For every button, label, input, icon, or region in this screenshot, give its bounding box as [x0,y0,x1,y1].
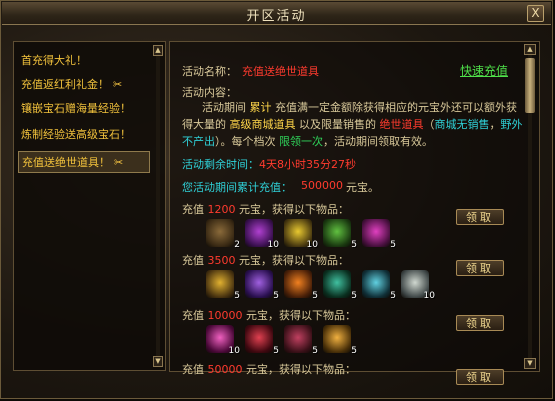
activity-list: 首充得大礼！ 充值返红利礼金！ ✂ 镶嵌宝石赠海量经验！ 炼制经验送高级宝石！ 充值送绝世… [13,41,166,371]
item-count: 10 [228,346,240,356]
sidebar-item[interactable]: 首充得大礼！ [18,50,150,72]
item-count: 10 [423,291,435,301]
gift-icon: ✂ [113,78,123,91]
scroll-track[interactable] [156,56,160,356]
sidebar-item-label: 首充得大礼！ [21,54,87,67]
total-recharge-value: 500000 [301,179,343,192]
remaining-time-value: 4天8小时35分27秒 [259,158,356,171]
sidebar-item[interactable]: 充值送绝世道具！ ✂ [18,151,150,173]
item-count: 5 [390,291,396,301]
scroll-thumb[interactable] [525,58,535,113]
item-count: 5 [351,291,357,301]
activity-name-value: 充值送绝世道具 [242,65,319,78]
tier-amount: 1200 [207,203,236,216]
fire-ring-icon[interactable]: 5 [284,270,318,301]
claim-button[interactable]: 领取 [456,369,504,385]
title-bar: 开区活动 X [2,2,551,25]
activity-detail-panel: 活动名称： 充值送绝世道具 快速充值 活动内容： 活动期间 累计 充值满一定金额… [169,41,540,385]
activity-window: 开区活动 X 首充得大礼！ 充值返红利礼金！ ✂ 镶嵌宝石赠海量经验！ 炼制经验送高级宝… [0,0,553,399]
item-count: 10 [306,240,318,250]
reward-tier-heading: 充值 10000 元宝，获得以下物品： [182,309,356,322]
scroll-up-icon[interactable]: ▲ [524,44,536,55]
claim-button[interactable]: 领取 [456,209,504,225]
gift-icon: ✂ [114,156,124,169]
reward-tier-heading: 充值 3500 元宝，获得以下物品： [182,254,349,267]
star-wand-icon[interactable]: 10 [284,219,318,250]
item-count: 2 [234,240,240,250]
gold-egg-icon[interactable]: 5 [323,325,357,356]
activity-content-label: 活动内容： [182,86,237,99]
red-orb-icon[interactable]: 5 [245,325,279,356]
potion-green-icon[interactable]: 5 [323,219,357,250]
scroll-down-icon[interactable]: ▼ [524,358,536,369]
item-count: 5 [351,240,357,250]
spellbook-icon[interactable]: 5 [284,325,318,356]
total-recharge-label: 您活动期间累计充值： [182,181,292,194]
tier-amount: 10000 [207,309,243,322]
remaining-time-label: 活动剩余时间： [182,158,259,171]
item-count: 5 [273,291,279,301]
tier-amount: 3500 [207,254,236,267]
sidebar-item[interactable]: 镶嵌宝石赠海量经验！ [18,98,150,120]
window-title: 开区活动 [246,9,307,24]
item-count: 10 [267,240,279,250]
sidebar-item-label: 炼制经验送高级宝石！ [21,128,131,141]
reward-tier-heading: 充值 50000 元宝，获得以下物品： [182,363,356,376]
sidebar-item[interactable]: 充值返红利礼金！ ✂ [18,74,150,96]
scroll-item-icon[interactable]: 2 [206,219,240,250]
list-scrollbar[interactable]: ▲ ▼ [153,45,163,367]
claim-button[interactable]: 领取 [456,260,504,276]
potion-magenta-icon[interactable]: 5 [362,219,396,250]
activity-name-label: 活动名称： [182,65,237,78]
item-count: 5 [273,346,279,356]
sidebar-item-label: 充值返红利礼金！ [21,78,109,91]
item-count: 5 [390,240,396,250]
reward-tier-heading: 充值 1200 元宝，获得以下物品： [182,203,349,216]
detail-scrollbar[interactable]: ▲ ▼ [524,44,536,369]
green-gem-icon[interactable]: 5 [323,270,357,301]
item-count: 5 [234,291,240,301]
tier-amount: 50000 [207,363,243,376]
silver-egg-icon[interactable]: 10 [401,270,435,301]
item-count: 5 [351,346,357,356]
cyan-ring-icon[interactable]: 5 [362,270,396,301]
scroll-down-icon[interactable]: ▼ [153,356,163,367]
sidebar-item-label: 镶嵌宝石赠海量经验！ [21,102,131,115]
item-count: 5 [312,291,318,301]
total-recharge-unit: 元宝。 [346,181,379,194]
sidebar-item[interactable]: 炼制经验送高级宝石！ [18,124,150,146]
scroll-up-icon[interactable]: ▲ [153,45,163,56]
sidebar-item-label: 充值送绝世道具！ [22,156,110,169]
gold-scroll-icon[interactable]: 5 [206,270,240,301]
close-icon[interactable]: X [527,5,544,22]
pink-crystal-icon[interactable]: 10 [206,325,240,356]
purple-orb-icon[interactable]: 5 [245,270,279,301]
potion-purple-icon[interactable]: 10 [245,219,279,250]
activity-description: 活动期间 累计 充值满一定金额除获得相应的元宝外还可以额外获得大量的 高级商城道… [182,101,523,148]
claim-button[interactable]: 领取 [456,315,504,331]
quick-recharge-link[interactable]: 快速充值 [460,62,508,79]
item-count: 5 [312,346,318,356]
